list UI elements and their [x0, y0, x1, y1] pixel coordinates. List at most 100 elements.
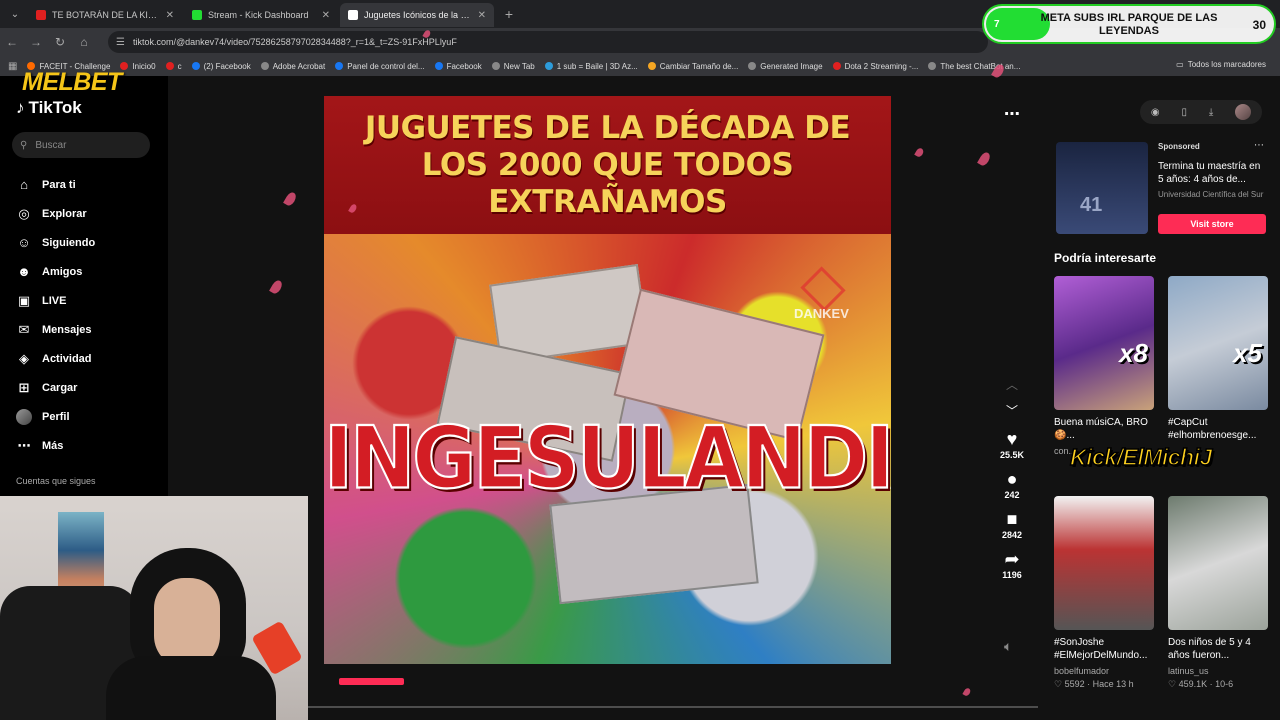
tab-close-icon[interactable]: ✕: [322, 10, 330, 21]
recommended-title[interactable]: Dos niños de 5 y 4 años fueron...: [1168, 636, 1268, 662]
tiktok-note-icon: ♪: [16, 98, 25, 117]
friends-icon: ☻: [17, 264, 31, 279]
bookmark-item[interactable]: New Tab: [491, 62, 535, 71]
user-avatar[interactable]: [1235, 104, 1252, 120]
bookmark-item[interactable]: 1 sub = Baile | 3D Az...: [544, 62, 638, 71]
bookmark-favicon-icon: [491, 62, 500, 70]
bookmark-favicon-icon: [647, 62, 656, 70]
new-tab-button[interactable]: +: [500, 5, 518, 23]
bookmark-item[interactable]: Panel de control del...: [335, 62, 425, 71]
video-progress-track[interactable]: [308, 706, 1038, 708]
ad-more-icon[interactable]: ⋯: [1254, 140, 1264, 151]
recommended-thumbnail[interactable]: x8: [1054, 276, 1154, 410]
recommended-video[interactable]: x8 Buena músiCA, BRO 🍪... con...: [1054, 276, 1154, 459]
recommended-title[interactable]: Buena músiCA, BRO 🍪...: [1054, 416, 1154, 442]
recommended-video[interactable]: Dos niños de 5 y 4 años fueron... latinu…: [1168, 496, 1268, 690]
tab-close-icon[interactable]: ✕: [166, 10, 174, 21]
browser-tab[interactable]: TE BOTARÁN DE LA KING'S ✕: [28, 3, 182, 27]
video-player[interactable]: JUGUETES DE LA DÉCADA DE LOS 2000 QUE TO…: [324, 96, 891, 664]
bookmark-favicon-icon: [434, 62, 443, 70]
browser-tab[interactable]: Juguetes Icónicos de la Década ✕: [340, 3, 494, 27]
recommended-video[interactable]: #SonJoshe #ElMejorDelMundo... bobelfumad…: [1054, 496, 1154, 690]
bookmark-item[interactable]: Adobe Acrobat: [260, 62, 325, 71]
recommended-author[interactable]: bobelfumador: [1054, 666, 1154, 676]
video-overlay-text: INGESULANDIA: [324, 408, 891, 509]
tab-close-icon[interactable]: ✕: [478, 10, 486, 21]
thumbnail-overlay-text: x5: [1233, 338, 1262, 368]
url-text: tiktok.com/@dankev74/video/7528625879702…: [132, 37, 457, 47]
tab-title: TE BOTARÁN DE LA KING'S: [52, 10, 160, 20]
bookmark-item[interactable]: Facebook: [434, 62, 482, 71]
sidebar-item-amigos[interactable]: ☻ Amigos: [16, 257, 95, 286]
next-video-icon[interactable]: ﹀: [996, 402, 1028, 428]
previous-video-icon[interactable]: ︿: [996, 376, 1028, 402]
sub-goal-text: META SUBS IRL PARQUE DE LAS LEYENDAS: [1040, 12, 1218, 37]
compass-icon: ◎: [18, 205, 30, 221]
apps-icon[interactable]: ▦: [8, 61, 17, 72]
bookmark-item[interactable]: Cambiar Tamaño de...: [647, 62, 738, 71]
sidebar-item-label: Perfil: [42, 410, 70, 423]
sidebar-item-para-ti[interactable]: ⌂ Para ti: [16, 170, 95, 199]
back-icon[interactable]: ←: [0, 35, 24, 49]
sidebar-item-mensajes[interactable]: ✉ Mensajes: [16, 315, 95, 344]
bookmark-item[interactable]: c: [165, 62, 182, 71]
recommended-title[interactable]: #CapCut #elhombrenoesge...: [1168, 416, 1268, 442]
share-button[interactable]: ➦ 1196: [996, 548, 1028, 580]
browser-tab[interactable]: Stream - Kick Dashboard ✕: [184, 3, 338, 27]
sidebar-item-actividad[interactable]: ◈ Actividad: [16, 344, 95, 373]
all-bookmarks[interactable]: ▭ Todos los marcadores: [1176, 60, 1266, 69]
sidebar-item-perfil[interactable]: Perfil: [16, 402, 95, 431]
reload-icon[interactable]: ↻: [48, 35, 72, 49]
sidebar-item-label: Actividad: [42, 352, 92, 365]
recommended-author[interactable]: latinus_us: [1168, 666, 1268, 676]
tab-title: Stream - Kick Dashboard: [208, 10, 309, 20]
ad-thumbnail[interactable]: 41: [1056, 142, 1148, 234]
sidebar-item-cargar[interactable]: ⊞ Cargar: [16, 373, 95, 402]
home-icon[interactable]: ⌂: [72, 35, 96, 49]
sidebar-item-label: Más: [42, 439, 64, 452]
tab-title: Juguetes Icónicos de la Década: [364, 10, 472, 20]
bookmark-item[interactable]: Generated Image: [748, 62, 823, 71]
recommended-thumbnail[interactable]: [1054, 496, 1154, 630]
video-frame-collage: DANKEV INGESULANDIA: [324, 234, 891, 664]
sidebar-item-más[interactable]: ⋯ Más: [16, 431, 95, 460]
address-bar[interactable]: ☰ tiktok.com/@dankev74/video/75286258797…: [108, 31, 988, 53]
download-icon[interactable]: ⤓: [1209, 107, 1213, 118]
sidebar-item-label: Para ti: [42, 178, 76, 191]
video-more-options-icon[interactable]: ⋯: [1004, 104, 1020, 124]
recommended-thumbnail[interactable]: x5: [1168, 276, 1268, 410]
sidebar-item-label: Mensajes: [42, 323, 92, 336]
device-icon[interactable]: ▯: [1181, 107, 1187, 118]
bookmark-favicon-icon: [748, 62, 757, 70]
video-progress-indicator[interactable]: [339, 678, 404, 685]
bookmarks-bar: ▦ FACEIT - Challenge Inicio0 c (2) Faceb…: [0, 56, 1280, 76]
recommended-video[interactable]: x5 #CapCut #elhombrenoesge...: [1168, 276, 1268, 446]
tab-favicon-icon: [348, 10, 358, 20]
visit-store-button[interactable]: Visit store: [1158, 214, 1266, 234]
recommended-thumbnail[interactable]: [1168, 496, 1268, 630]
tab-search-icon[interactable]: ⌄: [4, 3, 26, 25]
recommended-title[interactable]: #SonJoshe #ElMejorDelMundo...: [1054, 636, 1154, 662]
video-title-banner: JUGUETES DE LA DÉCADA DE LOS 2000 QUE TO…: [324, 96, 891, 234]
recommendations-heading: Podría interesarte: [1054, 251, 1157, 265]
search-input[interactable]: ⚲ Buscar: [12, 132, 150, 158]
coins-icon[interactable]: ◉: [1151, 107, 1160, 118]
bookmark-item[interactable]: Dota 2 Streaming -...: [832, 62, 918, 71]
sidebar-item-explorar[interactable]: ◎ Explorar: [16, 199, 95, 228]
video-watermark: DANKEV: [794, 306, 849, 321]
save-button[interactable]: ■ 2842: [996, 508, 1028, 540]
forward-icon[interactable]: →: [24, 35, 48, 49]
watermark-logo-icon: [800, 266, 846, 312]
ad-title[interactable]: Termina tu maestría en 5 años: 4 años de…: [1158, 160, 1268, 186]
bookmark-item[interactable]: (2) Facebook: [191, 62, 251, 71]
site-info-icon[interactable]: ☰: [116, 37, 125, 48]
like-button[interactable]: ♥ 25.5K: [996, 428, 1028, 460]
volume-icon[interactable]: 🔈︎: [1004, 638, 1012, 655]
tiktok-logo[interactable]: ♪ TikTok: [16, 98, 82, 118]
sidebar-item-siguiendo[interactable]: ☺ Siguiendo: [16, 228, 95, 257]
bookmark-item[interactable]: The best ChatBot an...: [928, 62, 1020, 71]
sidebar-item-live[interactable]: ▣ LIVE: [16, 286, 95, 315]
comment-button[interactable]: ● 242: [996, 468, 1028, 500]
bookmark-item[interactable]: Inicio0: [120, 62, 156, 71]
ad-thumbnail-number: 41: [1080, 194, 1103, 216]
